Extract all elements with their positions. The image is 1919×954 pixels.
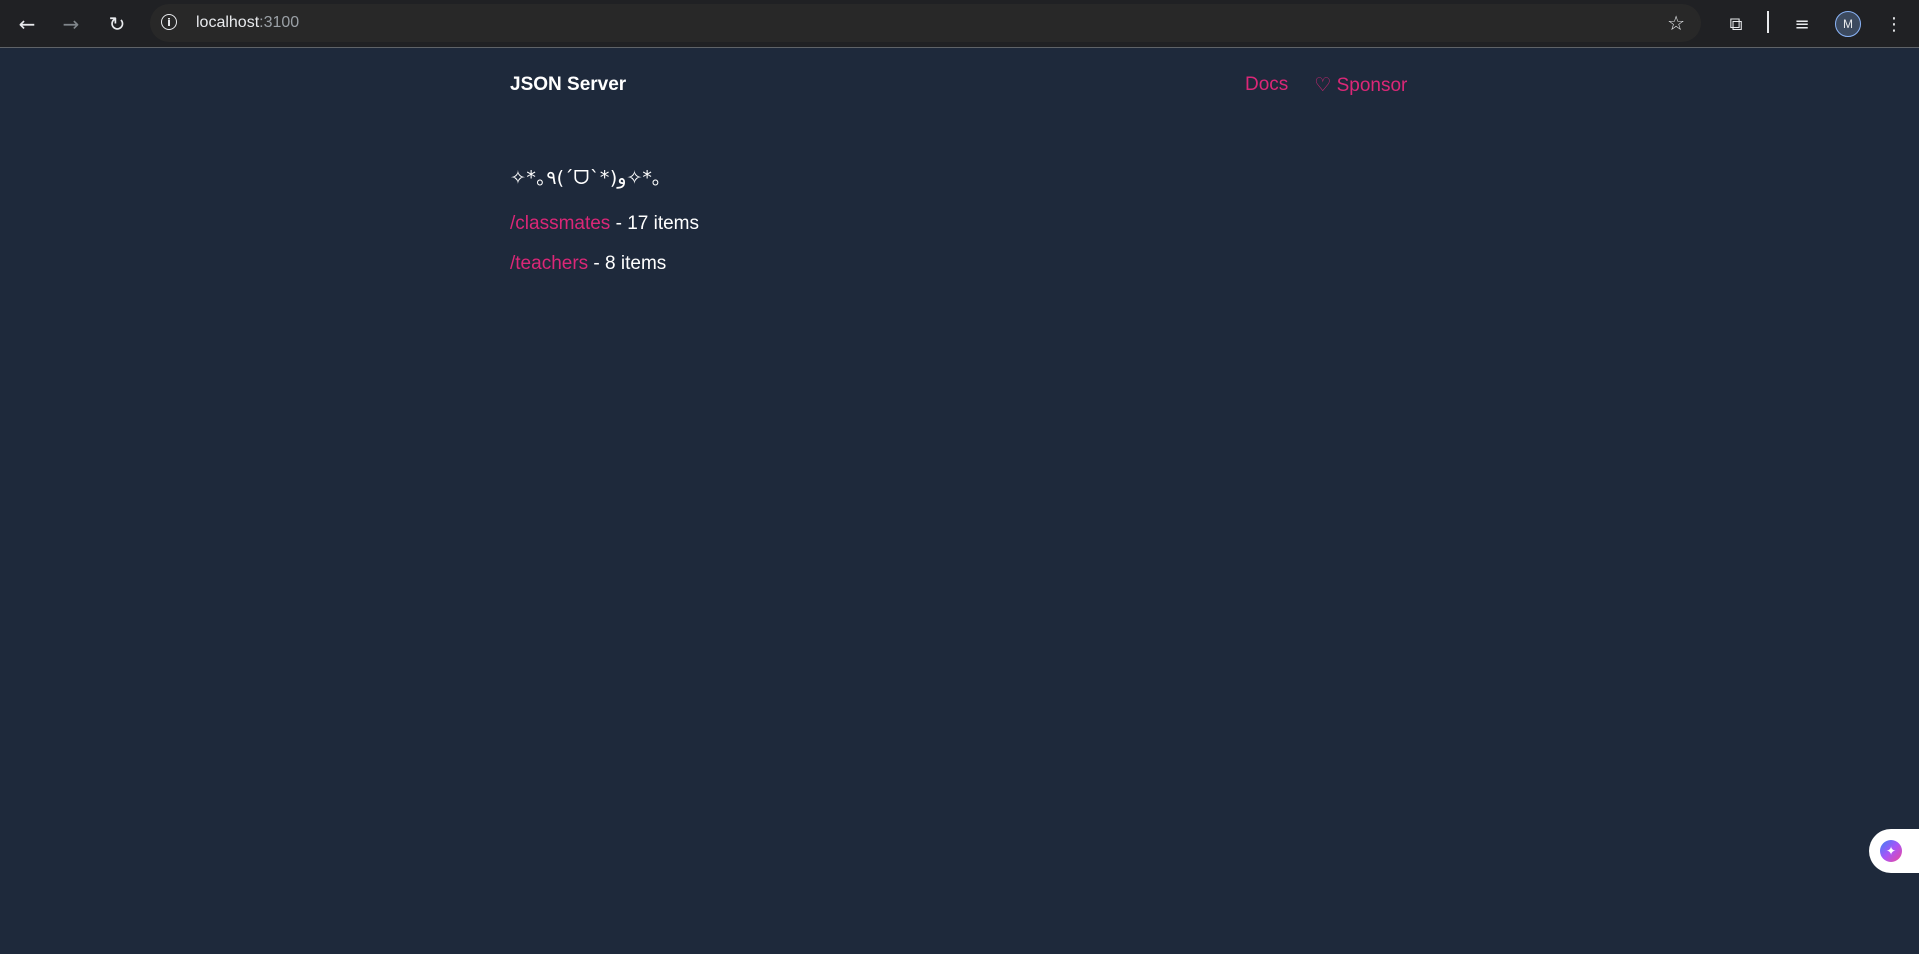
bookmark-star-icon[interactable]: ☆ <box>1667 11 1685 35</box>
header-nav: Docs ♡ Sponsor <box>1245 74 1407 97</box>
address-bar[interactable]: i localhost:3100 ☆ <box>150 4 1701 42</box>
menu-icon[interactable]: ⋮ <box>1878 8 1910 40</box>
teachers-link[interactable]: /teachers <box>510 253 588 274</box>
profile-avatar[interactable]: M <box>1835 11 1861 37</box>
sponsor-link[interactable]: ♡ Sponsor <box>1314 74 1407 97</box>
assistant-widget[interactable]: ✦ <box>1869 829 1919 873</box>
extensions-icon[interactable]: ⧉ <box>1720 8 1752 40</box>
teachers-count: - 8 items <box>588 253 667 274</box>
page-content: JSON Server Docs ♡ Sponsor ✧*｡٩(ˊᗜˋ*)و✧*… <box>0 49 1919 954</box>
classmates-link[interactable]: /classmates <box>510 213 610 234</box>
url-host: localhost <box>196 14 260 31</box>
back-icon[interactable]: ← <box>11 8 43 40</box>
resource-item: /teachers - 8 items <box>510 253 666 275</box>
reload-icon[interactable]: ↻ <box>101 8 133 40</box>
classmates-count: - 17 items <box>610 213 700 234</box>
toolbar-divider <box>1767 11 1769 33</box>
brand-title: JSON Server <box>510 74 627 95</box>
resource-item: /classmates - 17 items <box>510 213 699 235</box>
browser-toolbar: ← → ↻ i localhost:3100 ☆ ⧉ ≡ M ⋮ <box>0 0 1919 48</box>
site-info-icon[interactable]: i <box>161 14 177 30</box>
url-port: :3100 <box>259 14 300 31</box>
docs-link[interactable]: Docs <box>1245 74 1288 97</box>
brain-icon: ✦ <box>1880 840 1902 862</box>
media-control-icon[interactable]: ≡ <box>1786 8 1818 40</box>
url-text[interactable]: localhost:3100 <box>196 14 299 32</box>
forward-icon[interactable]: → <box>55 8 87 40</box>
kaomoji-text: ✧*｡٩(ˊᗜˋ*)و✧*｡ <box>510 167 662 189</box>
